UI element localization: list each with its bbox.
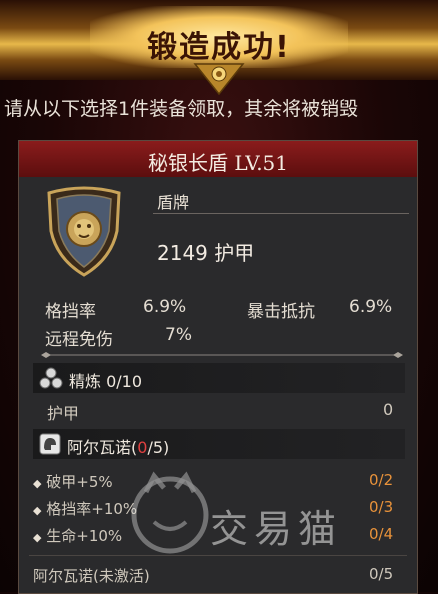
refine-label: 精炼 0/10 [69, 372, 143, 391]
armor-value: 2149 护甲 [157, 241, 255, 265]
stat-label-block: 格挡率 [45, 302, 96, 322]
set-inactive-label: 阿尔瓦诺(未激活) [33, 567, 150, 585]
set-bonus-row-1: ◆ 破甲+5% [33, 471, 113, 492]
stat-divider [41, 352, 403, 358]
stat-value-crit-resist: 6.9% [349, 297, 393, 317]
banner-title: 锻造成功! [147, 30, 291, 65]
set-count-total: /5) [147, 438, 170, 457]
watermark-text: 交易猫 [210, 507, 343, 551]
set-title: 阿尔瓦诺(0/5) [67, 434, 169, 458]
set-bonus-label: 破甲+5% [46, 473, 113, 491]
set-bonus-label: 生命+10% [46, 527, 123, 545]
bullet-diamond-icon: ◆ [33, 504, 42, 517]
set-count-current: 0 [137, 438, 148, 457]
set-helmet-icon [39, 433, 61, 455]
set-name: 阿尔瓦诺 [67, 438, 132, 457]
item-name: 秘银长盾 LV.51 [147, 151, 289, 175]
type-underline [153, 213, 409, 214]
set-inactive-value: 0/5 [369, 565, 394, 583]
item-type: 盾牌 [157, 193, 190, 212]
stat-label-crit-resist: 暴击抵抗 [247, 302, 315, 322]
set-bonus-row-2: ◆ 格挡率+10% [33, 498, 137, 519]
bullet-diamond-icon: ◆ [33, 477, 42, 490]
lion-shield-icon [47, 186, 121, 277]
bullet-diamond-icon: ◆ [33, 531, 42, 544]
set-bonus-label: 格挡率+10% [46, 500, 138, 518]
stat-value-ranged: 7% [165, 325, 192, 345]
refine-orbs-icon [39, 367, 63, 389]
set-bonus-row-3: ◆ 生命+10% [33, 525, 122, 546]
instruction-text: 请从以下选择1件装备领取，其余将被销毁 [4, 98, 359, 120]
stat-label-ranged: 远程免伤 [45, 330, 113, 350]
stat-value-block: 6.9% [143, 297, 187, 317]
refine-armor-label: 护甲 [47, 404, 80, 423]
sun-emblem-icon [193, 63, 245, 96]
refine-armor-value: 0 [383, 400, 394, 419]
